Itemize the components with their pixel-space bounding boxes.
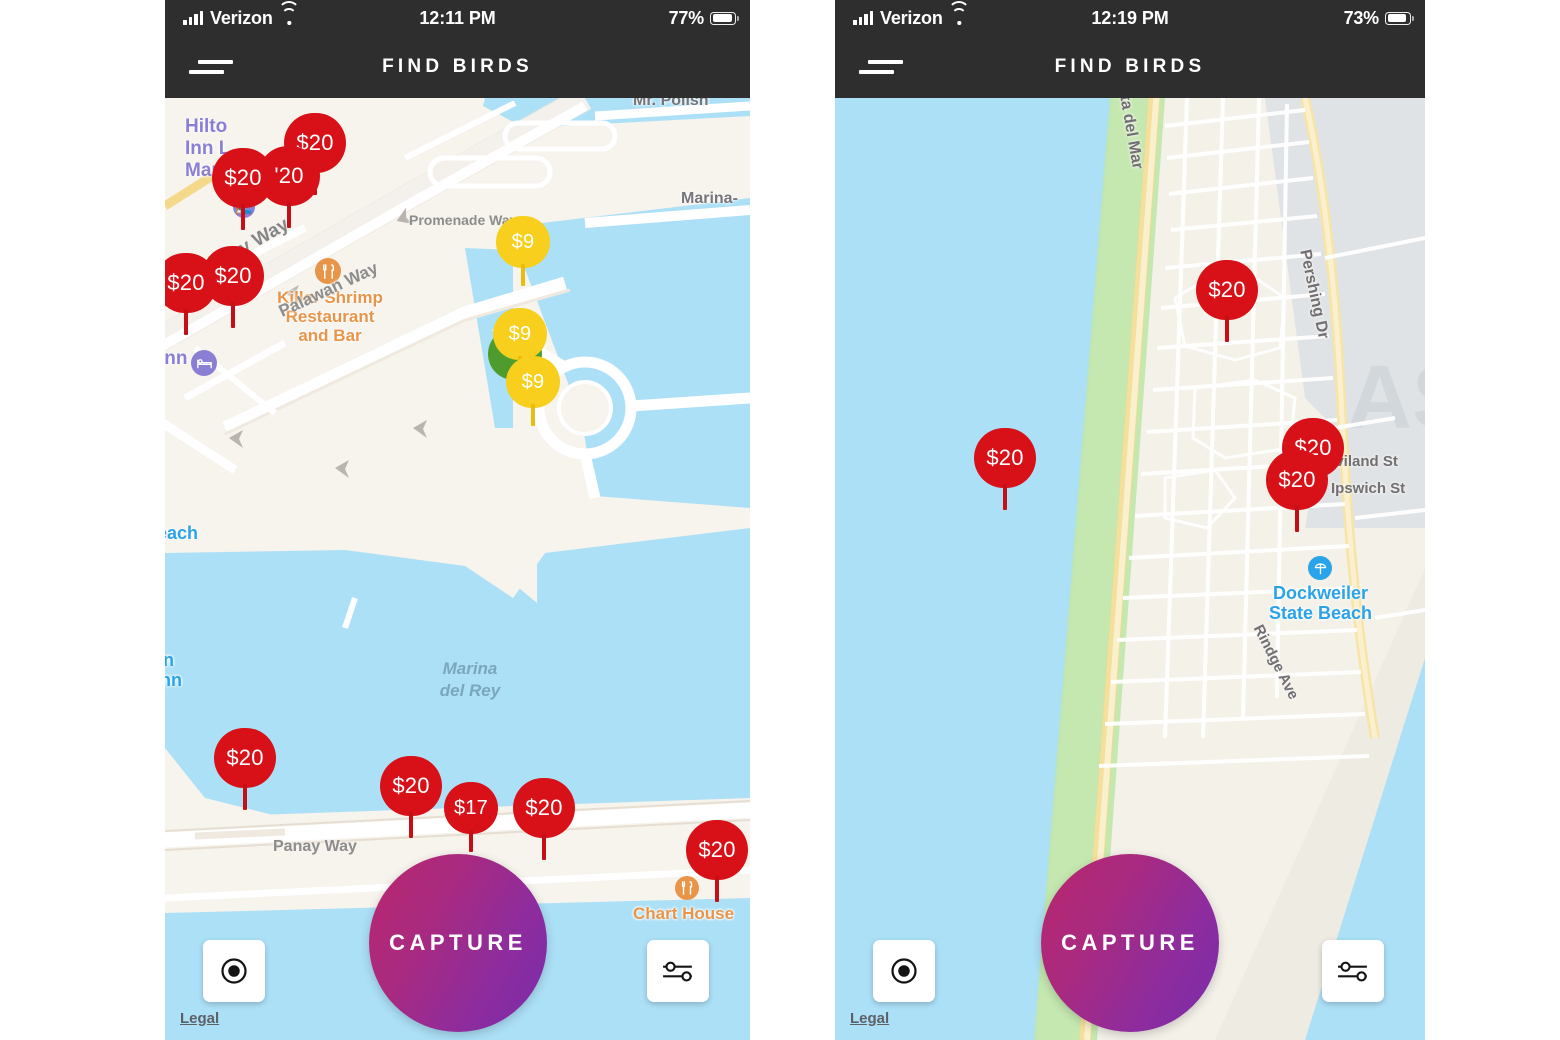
map-canvas-right[interactable]: AS bbox=[835, 98, 1425, 1040]
legal-link[interactable]: Legal bbox=[180, 1010, 219, 1027]
price-pin-label: $20 bbox=[974, 428, 1036, 488]
price-pin-stem bbox=[715, 876, 719, 902]
price-pin-stem bbox=[1003, 484, 1007, 510]
status-bar-right: 73% bbox=[1338, 0, 1414, 36]
battery-percent: 77% bbox=[668, 8, 705, 28]
hotel-poi-icon-2 bbox=[191, 350, 217, 376]
filter-button[interactable] bbox=[647, 940, 709, 1002]
clock-time: 12:11 PM bbox=[419, 7, 496, 28]
current-location-button[interactable] bbox=[873, 940, 935, 1002]
status-bar-right: 77% bbox=[663, 0, 739, 36]
price-pin[interactable]: $20 bbox=[1266, 450, 1328, 532]
price-pin[interactable]: $20 bbox=[165, 253, 217, 335]
price-pin-label: $9 bbox=[493, 308, 547, 360]
filter-sliders-icon bbox=[663, 961, 692, 982]
price-pin-label: $9 bbox=[506, 356, 560, 408]
price-pin[interactable]: $9 bbox=[506, 356, 560, 426]
battery-icon bbox=[1385, 11, 1414, 25]
current-location-icon bbox=[221, 958, 247, 984]
battery-percent: 73% bbox=[1343, 8, 1380, 28]
price-pin-label: $20 bbox=[380, 756, 442, 816]
price-pin-label: $20 bbox=[214, 728, 276, 788]
status-bar: Verizon 12:11 PM 77% bbox=[165, 0, 750, 36]
status-bar-center: 12:19 PM bbox=[835, 0, 1425, 36]
price-pin[interactable]: $9 bbox=[493, 308, 547, 378]
clock-time: 12:19 PM bbox=[1091, 7, 1169, 28]
price-pin-label: $20 bbox=[212, 148, 274, 208]
price-pin-label: $20 bbox=[686, 820, 748, 880]
status-bar: Verizon 12:19 PM 73% bbox=[835, 0, 1425, 36]
price-pin[interactable]: $20 bbox=[1196, 260, 1258, 342]
filter-sliders-icon bbox=[1338, 961, 1367, 982]
price-pin-stem bbox=[231, 302, 235, 328]
page-title: FIND BIRDS bbox=[1054, 56, 1206, 77]
phone-screen-left: Verizon 12:11 PM 77% FIND BIRDS Mr. Poli… bbox=[165, 0, 750, 1040]
current-location-icon bbox=[891, 958, 917, 984]
legal-link[interactable]: Legal bbox=[850, 1010, 889, 1027]
price-pin[interactable]: $20 bbox=[214, 728, 276, 810]
price-pin-stem bbox=[243, 784, 247, 810]
price-pin[interactable]: $20 bbox=[212, 148, 274, 230]
phone-screen-right: Verizon 12:19 PM 73% FIND BIRDS A ta del… bbox=[835, 0, 1425, 1040]
capture-button[interactable]: CAPTURE bbox=[1041, 854, 1219, 1032]
price-pin-stem bbox=[241, 204, 245, 230]
nav-bar: FIND BIRDS bbox=[835, 36, 1425, 98]
beach-poi-icon bbox=[1308, 556, 1332, 580]
price-pin[interactable]: $17 bbox=[444, 782, 498, 852]
price-pin[interactable]: $20 bbox=[686, 820, 748, 902]
map-canvas-left[interactable]: Mr. Polish Marina- HiltoInn LMar 🛌 Kille… bbox=[165, 98, 750, 1040]
price-pin[interactable]: $20 bbox=[380, 756, 442, 838]
price-pin-stem bbox=[521, 264, 525, 286]
svg-text:AS: AS bbox=[1347, 348, 1425, 448]
price-pin-label: $17 bbox=[444, 782, 498, 834]
price-pin[interactable]: $20 bbox=[513, 778, 575, 860]
battery-icon bbox=[710, 11, 739, 25]
price-pin-stem bbox=[184, 309, 188, 335]
price-pin-stem bbox=[542, 834, 546, 860]
restaurant-poi-icon-killer-shrimp bbox=[315, 258, 341, 284]
price-pin-stem bbox=[1225, 316, 1229, 342]
price-pin[interactable]: $20 bbox=[974, 428, 1036, 510]
current-location-button[interactable] bbox=[203, 940, 265, 1002]
price-pin[interactable]: $9 bbox=[496, 216, 550, 286]
price-pin-label: $20 bbox=[1266, 450, 1328, 510]
capture-button[interactable]: CAPTURE bbox=[369, 854, 547, 1032]
price-pin-stem bbox=[409, 812, 413, 838]
nav-bar: FIND BIRDS bbox=[165, 36, 750, 98]
price-pin-label: $9 bbox=[496, 216, 550, 268]
price-pin-label: $20 bbox=[513, 778, 575, 838]
screenshot-stage: Verizon 12:11 PM 77% FIND BIRDS Mr. Poli… bbox=[0, 0, 1560, 1040]
capture-button-label: CAPTURE bbox=[1061, 930, 1199, 955]
page-title: FIND BIRDS bbox=[382, 56, 533, 77]
price-pin-stem bbox=[287, 202, 291, 228]
price-pin-label: $20 bbox=[165, 253, 217, 313]
capture-button-label: CAPTURE bbox=[389, 930, 527, 955]
price-pin-stem bbox=[1295, 506, 1299, 532]
price-pin-stem bbox=[531, 404, 535, 426]
filter-button[interactable] bbox=[1322, 940, 1384, 1002]
price-pin-stem bbox=[469, 830, 473, 852]
price-pin-label: $20 bbox=[1196, 260, 1258, 320]
